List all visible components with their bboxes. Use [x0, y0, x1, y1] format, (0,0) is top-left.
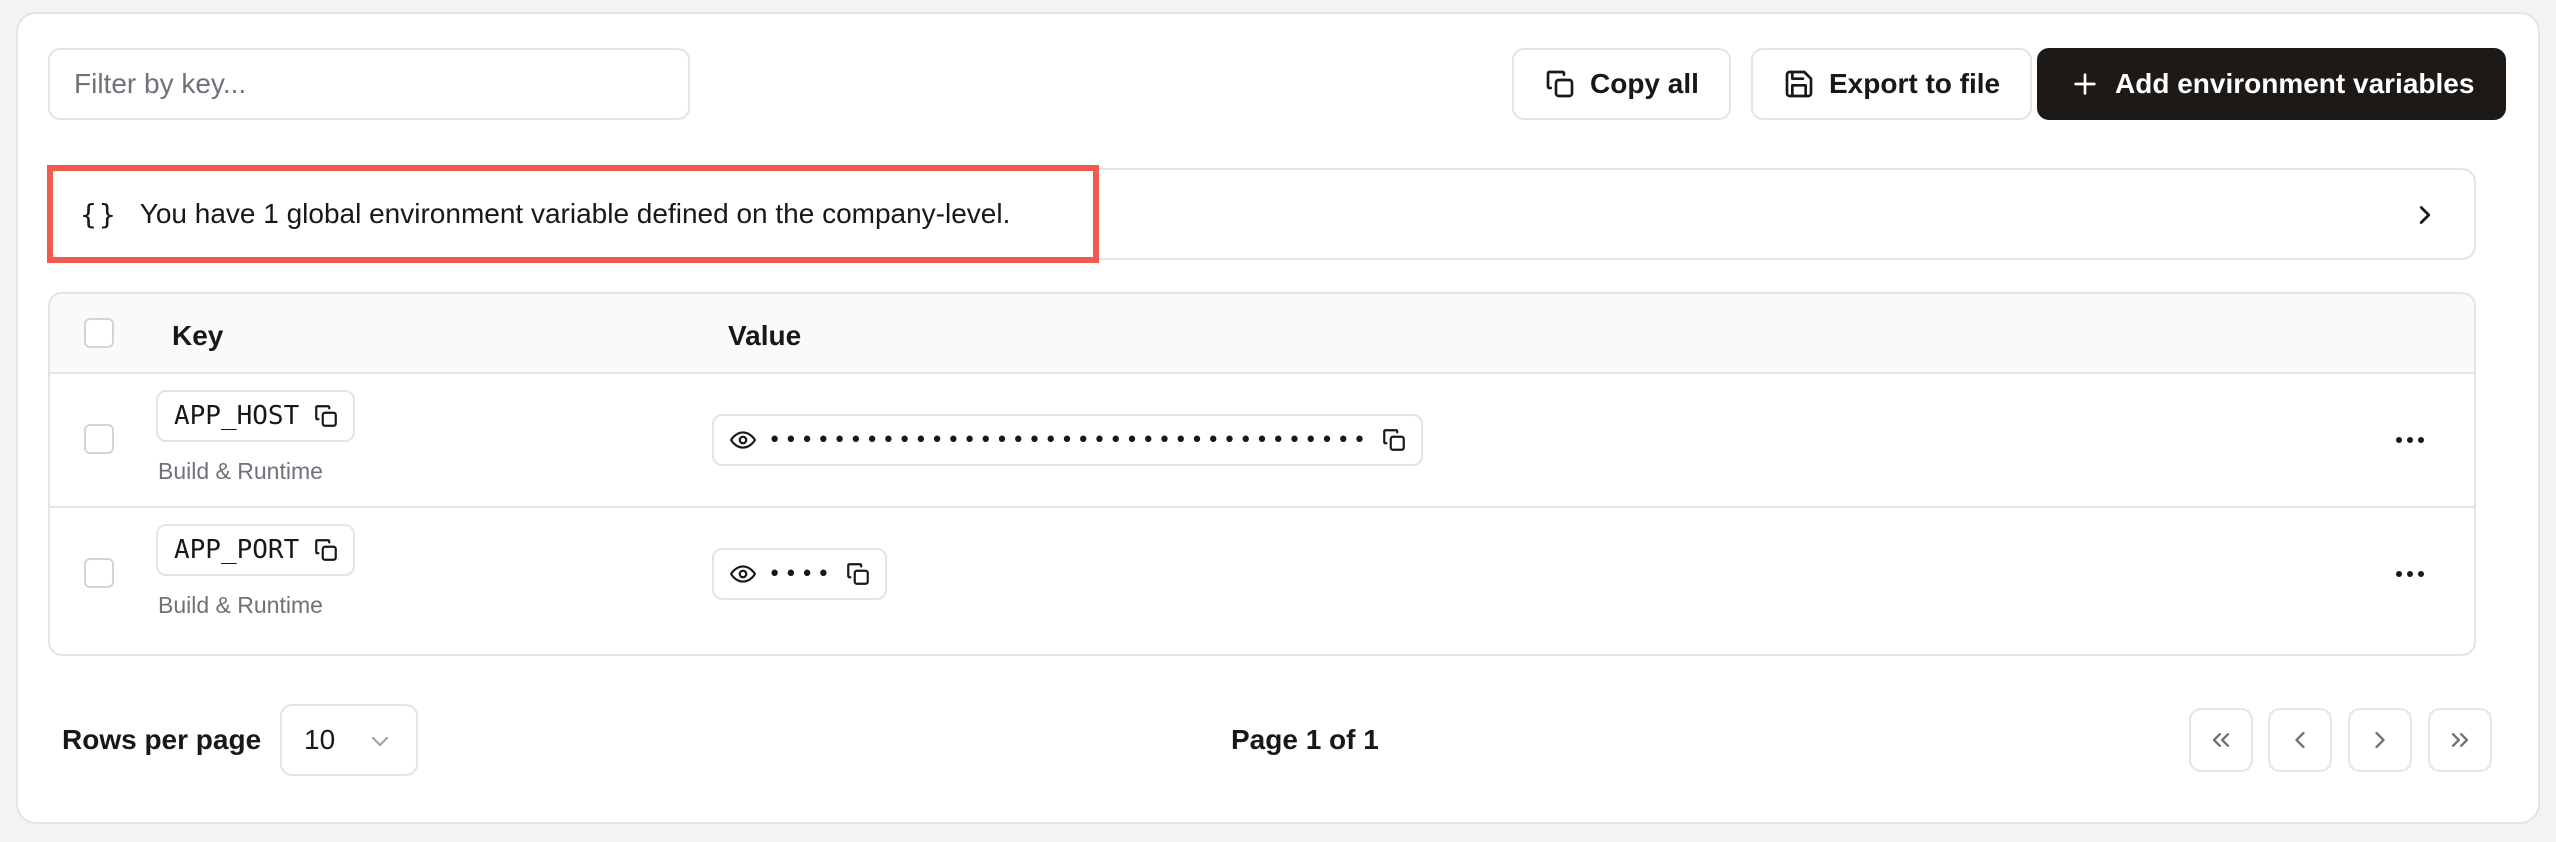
- row-checkbox[interactable]: [84, 558, 114, 588]
- filter-input[interactable]: [48, 48, 690, 120]
- add-environment-variables-label: Add environment variables: [2115, 68, 2475, 99]
- variable-scope: Build & Runtime: [158, 592, 323, 618]
- chevron-left-icon: [2295, 731, 2305, 749]
- copy-all-button[interactable]: Copy all: [1512, 48, 1731, 120]
- eye-icon[interactable]: [730, 427, 756, 453]
- table-header: Key Value: [50, 294, 2474, 374]
- more-horizontal-icon[interactable]: [2394, 566, 2426, 582]
- next-page-button[interactable]: [2348, 708, 2412, 772]
- page-info: Page 1 of 1: [1231, 724, 1379, 755]
- select-all-checkbox[interactable]: [84, 318, 114, 348]
- variables-table: Key Value APP_HOST Build & Runtime •••••…: [48, 292, 2476, 656]
- variable-key: APP_PORT: [174, 535, 300, 565]
- plus-icon: [2074, 73, 2096, 95]
- key-column-header: Key: [172, 320, 224, 351]
- copy-icon: [1546, 70, 1574, 98]
- braces-icon: {}: [80, 197, 118, 231]
- global-variables-banner[interactable]: {} You have 1 global environment variabl…: [48, 168, 2476, 260]
- masked-value: •••••••••••••••••••••••••••••••••••••: [768, 427, 1370, 453]
- add-environment-variables-button[interactable]: Add environment variables: [2037, 48, 2507, 120]
- variable-key: APP_HOST: [174, 401, 300, 431]
- row-checkbox[interactable]: [84, 424, 114, 454]
- copy-icon[interactable]: [313, 537, 339, 563]
- export-to-file-label: Export to file: [1829, 68, 2001, 99]
- chevrons-left-icon: [2212, 733, 2230, 747]
- rows-per-page-value: 10: [304, 724, 336, 755]
- chevron-right-icon: [2375, 731, 2385, 749]
- value-chip: •••••••••••••••••••••••••••••••••••••: [712, 414, 1424, 466]
- more-horizontal-icon[interactable]: [2394, 432, 2426, 448]
- previous-page-button[interactable]: [2268, 708, 2332, 772]
- banner-text: You have 1 global environment variable d…: [139, 198, 1011, 229]
- copy-icon[interactable]: [313, 403, 339, 429]
- copy-all-label: Copy all: [1590, 68, 1699, 99]
- key-chip: APP_PORT: [156, 524, 356, 576]
- rows-per-page-select[interactable]: 10: [280, 704, 418, 776]
- chevrons-right-icon: [2451, 733, 2469, 747]
- export-to-file-button[interactable]: Export to file: [1751, 48, 2033, 120]
- eye-icon[interactable]: [730, 561, 756, 587]
- chevron-right-icon: [2419, 206, 2431, 224]
- variable-scope: Build & Runtime: [158, 458, 323, 484]
- copy-icon[interactable]: [1381, 427, 1407, 453]
- rows-per-page-label: Rows per page: [62, 724, 262, 755]
- copy-icon[interactable]: [845, 561, 871, 587]
- save-icon: [1785, 70, 1813, 98]
- value-chip: ••••: [712, 548, 887, 600]
- masked-value: ••••: [768, 561, 833, 587]
- table-row: APP_HOST Build & Runtime •••••••••••••••…: [50, 374, 2474, 508]
- table-row: APP_PORT Build & Runtime ••••: [50, 508, 2474, 642]
- value-column-header: Value: [728, 320, 802, 351]
- key-chip: APP_HOST: [156, 390, 356, 442]
- chevron-down-icon: [371, 736, 389, 747]
- last-page-button[interactable]: [2428, 708, 2492, 772]
- first-page-button[interactable]: [2189, 708, 2253, 772]
